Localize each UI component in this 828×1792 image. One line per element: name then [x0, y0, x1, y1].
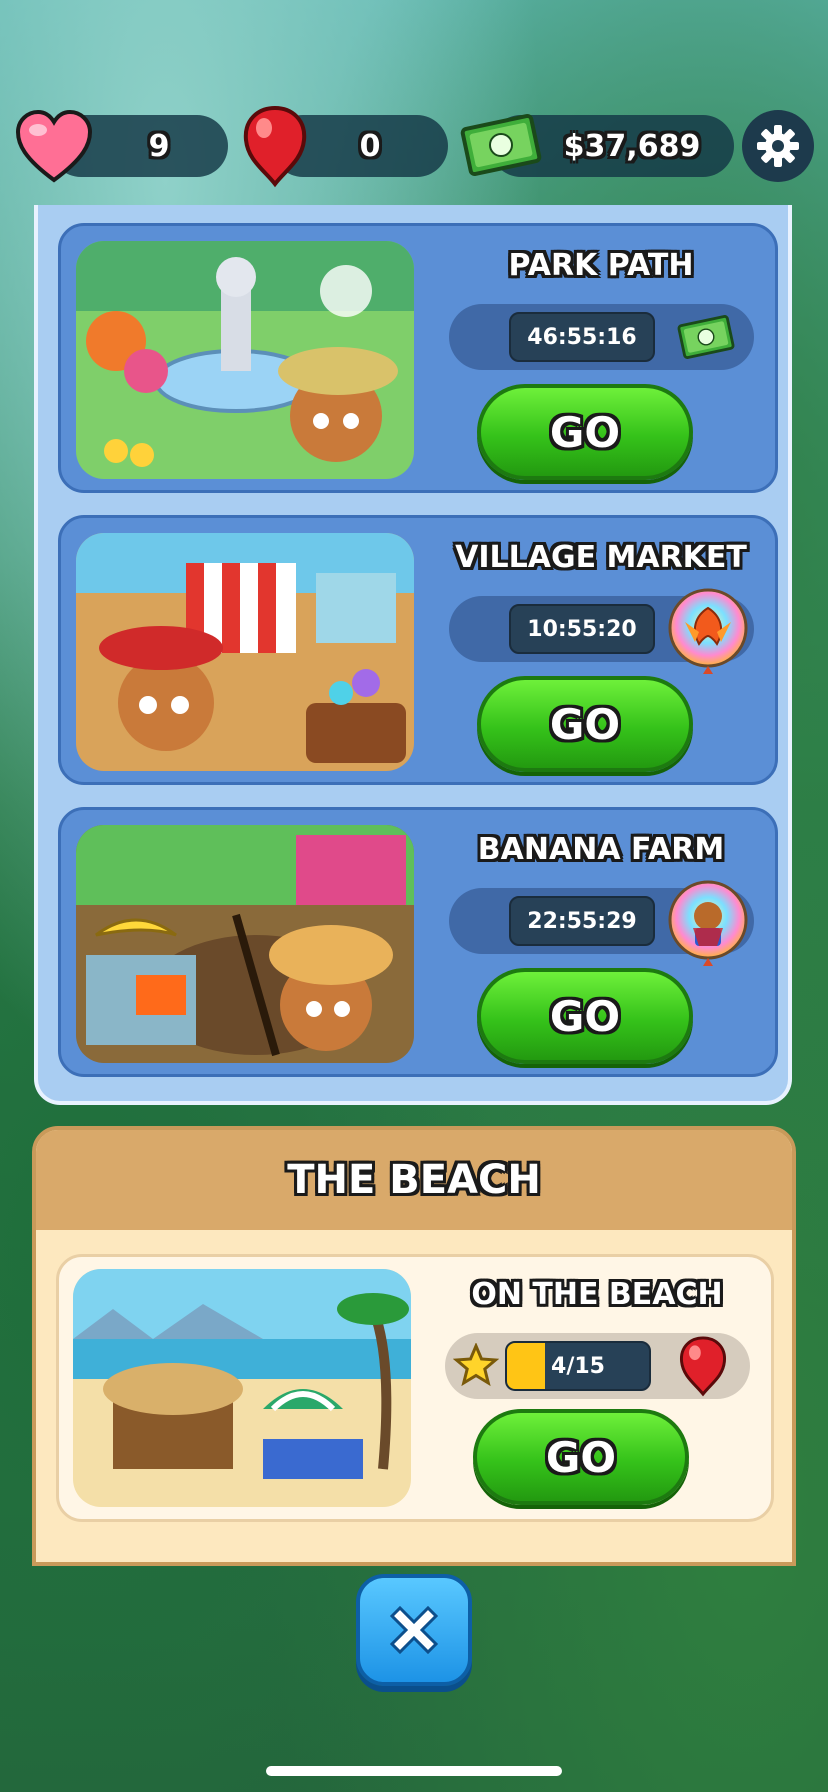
hero-insta-icon — [665, 878, 751, 972]
timer-track: 10:55:20 — [449, 588, 754, 674]
go-label: GO — [549, 699, 621, 749]
home-indicator[interactable] — [266, 1766, 562, 1776]
event-card-village-market: VILLAGE MARKET 10:55:20 GO — [58, 515, 778, 785]
event-timer: 46:55:16 — [509, 312, 655, 362]
go-button[interactable]: GO — [477, 384, 693, 480]
beach-header: THE BEACH — [36, 1130, 792, 1230]
cash-icon — [677, 310, 735, 368]
event-title: PARK PATH — [508, 248, 694, 283]
event-card-banana-farm: BANANA FARM 22:55:29 GO — [58, 807, 778, 1077]
go-button[interactable]: GO — [473, 1409, 689, 1505]
park-path-thumbnail — [76, 241, 414, 479]
cash-value: $37,689 — [563, 128, 701, 164]
timer-track: 22:55:29 — [449, 880, 754, 966]
event-timer: 22:55:29 — [509, 896, 655, 946]
progress-bar: 4/15 — [505, 1341, 651, 1391]
banana-farm-thumbnail — [76, 825, 414, 1063]
events-panel: PARK PATH 46:55:16 GO VILLAGE MARKET 10:… — [34, 205, 792, 1105]
lives-value: 9 — [148, 128, 170, 164]
star-icon — [452, 1342, 500, 1393]
beach-panel: THE BEACH ON THE BEACH 4/15 GO — [32, 1126, 796, 1566]
gems-value: 0 — [359, 128, 381, 164]
go-label: GO — [549, 991, 621, 1041]
section-title: THE BEACH — [287, 1157, 541, 1203]
progress-text: 4/15 — [551, 1353, 605, 1379]
event-timer: 10:55:20 — [509, 604, 655, 654]
event-title: VILLAGE MARKET — [455, 540, 747, 575]
event-title: BANANA FARM — [477, 832, 725, 867]
phoenix-insta-icon — [665, 586, 751, 680]
gear-icon — [757, 125, 799, 167]
village-market-thumbnail — [76, 533, 414, 771]
go-button[interactable]: GO — [477, 676, 693, 772]
red-gem-icon — [240, 104, 310, 192]
heart-icon — [14, 108, 94, 188]
go-label: GO — [545, 1432, 617, 1482]
settings-button[interactable] — [742, 110, 814, 182]
timer-track: 46:55:16 — [449, 304, 754, 370]
close-icon — [389, 1605, 439, 1655]
go-button[interactable]: GO — [477, 968, 693, 1064]
red-gem-icon — [677, 1335, 729, 1401]
event-card-on-the-beach: ON THE BEACH 4/15 GO — [56, 1254, 774, 1522]
event-title: ON THE BEACH — [471, 1277, 723, 1312]
close-button[interactable] — [356, 1574, 472, 1686]
event-card-park-path: PARK PATH 46:55:16 GO — [58, 223, 778, 493]
go-label: GO — [549, 407, 621, 457]
cash-icon — [460, 112, 542, 182]
on-the-beach-thumbnail — [73, 1269, 411, 1507]
progress-track: 4/15 — [445, 1333, 750, 1399]
